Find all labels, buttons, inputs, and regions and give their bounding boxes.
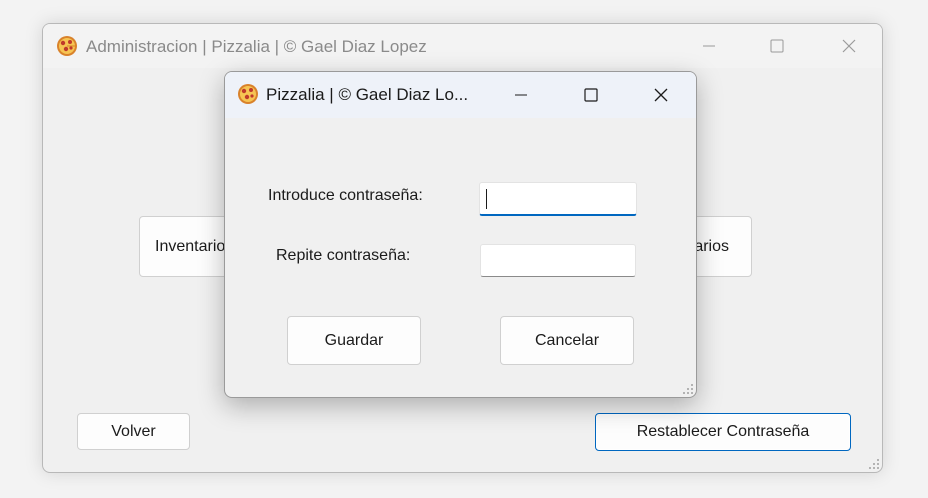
cancelar-button[interactable]: Cancelar [500,316,634,365]
close-icon [654,88,668,102]
resize-grip-icon[interactable] [868,458,880,470]
restablecer-contrasena-button[interactable]: Restablecer Contraseña [595,413,851,451]
dialog-minimize-button[interactable] [498,73,544,117]
maximize-icon [770,39,784,53]
password-label: Introduce contraseña: [268,187,423,204]
maximize-icon [584,88,598,102]
dialog-title: Pizzalia | © Gael Diaz Lo... [266,85,469,104]
close-button[interactable] [826,24,872,68]
minimize-icon [515,94,527,96]
guardar-button[interactable]: Guardar [287,316,421,365]
pizza-icon [238,84,258,104]
password-dialog: Pizzalia | © Gael Diaz Lo... Introduce c… [224,71,697,398]
text-caret [486,189,487,209]
maximize-button[interactable] [754,24,800,68]
close-icon [842,39,856,53]
repeat-password-label: Repite contraseña: [276,247,411,264]
pizza-icon [57,36,77,56]
repeat-password-input[interactable] [480,244,636,277]
dialog-close-button[interactable] [638,73,684,117]
dialog-title-bar[interactable]: Pizzalia | © Gael Diaz Lo... [225,72,696,118]
resize-grip-icon[interactable] [682,383,694,395]
admin-window-title: Administracion | Pizzalia | © Gael Diaz … [86,37,427,56]
password-input[interactable] [479,182,637,216]
dialog-maximize-button[interactable] [568,73,614,117]
minimize-icon [703,45,715,47]
admin-title-bar[interactable]: Administracion | Pizzalia | © Gael Diaz … [43,24,882,68]
minimize-button[interactable] [686,24,732,68]
volver-button[interactable]: Volver [77,413,190,450]
